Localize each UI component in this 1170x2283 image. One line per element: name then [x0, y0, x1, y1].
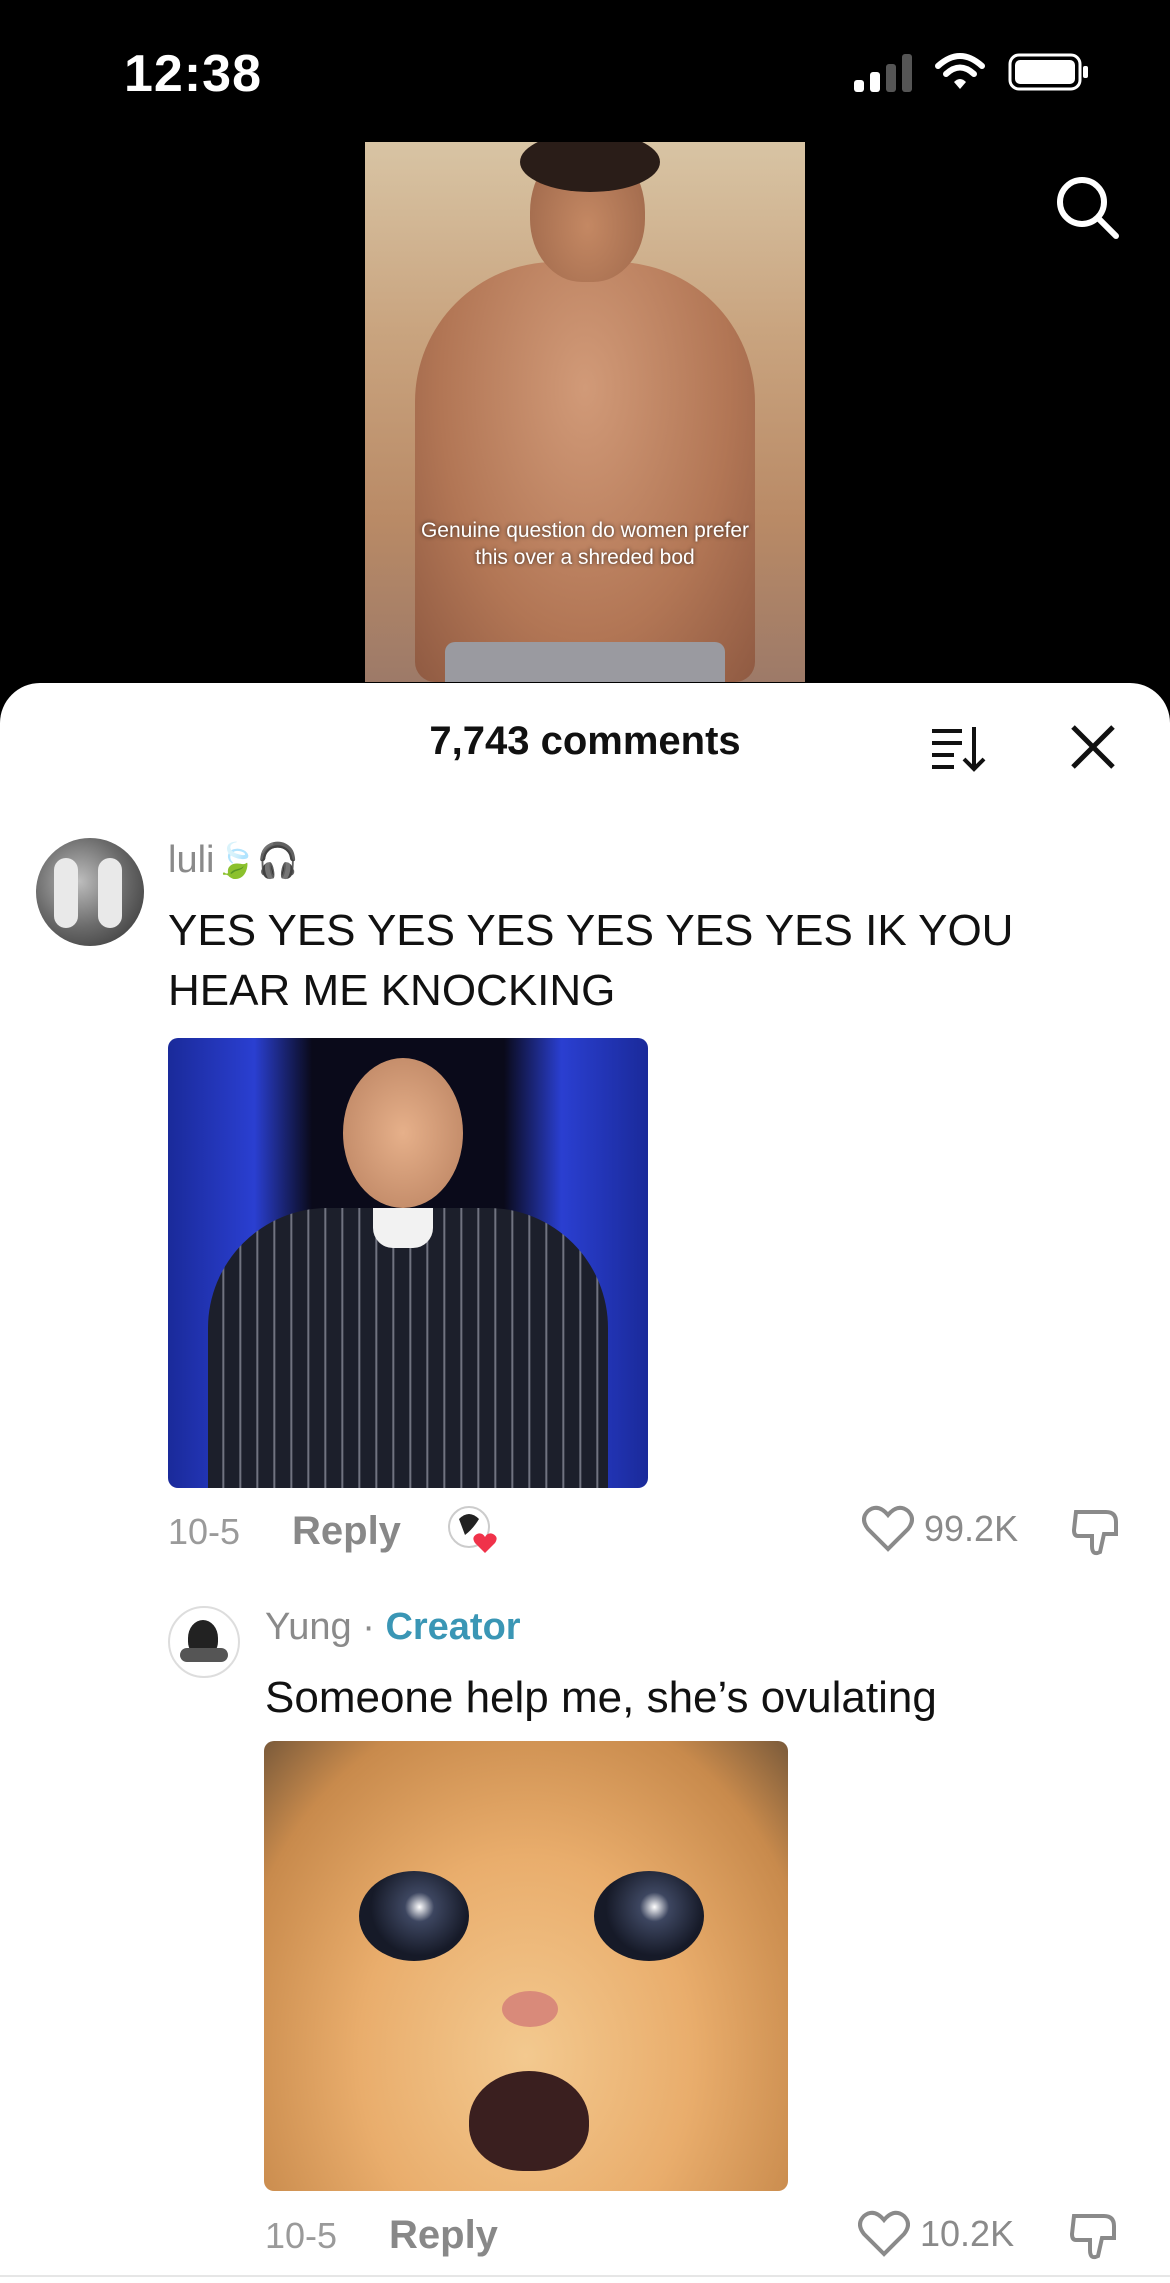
reply-username[interactable]: Yung · Creator [265, 1606, 521, 1649]
search-icon[interactable] [1052, 172, 1122, 242]
like-count: 10.2K [920, 2213, 1015, 2254]
username-text: Yung [265, 1606, 352, 1648]
gif-cat-eye-right [594, 1871, 704, 1961]
gif-cat-mouth [469, 2071, 589, 2171]
reply-gif[interactable] [264, 1741, 788, 2191]
reply-text: Someone help me, she’s ovulating [265, 1673, 937, 1722]
like-button[interactable]: 10.2K [858, 2210, 1014, 2258]
status-icons [854, 52, 1090, 92]
status-bar: 12:38 [0, 0, 1170, 140]
gif-cat-eye-left [359, 1871, 469, 1961]
reply-date: 10-5 [265, 2215, 338, 2256]
video-person-shorts [445, 642, 725, 682]
video-caption: Genuine question do women prefer this ov… [420, 519, 750, 569]
video-preview[interactable]: Genuine question do women prefer this ov… [365, 142, 805, 682]
dislike-icon[interactable] [1068, 2210, 1122, 2264]
heart-icon [858, 2210, 910, 2257]
reply-item: Yung · Creator Someone help me, she’s ov… [0, 683, 1170, 2283]
gif-cat-nose [502, 1991, 558, 2027]
reply-button[interactable]: Reply [389, 2213, 498, 2258]
avatar[interactable] [168, 1606, 240, 1678]
battery-icon [1008, 53, 1088, 91]
bottom-divider [0, 2275, 1170, 2277]
cellular-signal-icon [854, 52, 912, 92]
comments-sheet: 7,743 comments luli🍃🎧 YES YES YES YES YE… [0, 683, 1170, 2283]
wifi-icon [935, 53, 985, 89]
creator-badge: Creator [385, 1606, 521, 1648]
video-person [415, 262, 755, 682]
status-time: 12:38 [124, 45, 262, 103]
username-separator: · [362, 1606, 375, 1648]
